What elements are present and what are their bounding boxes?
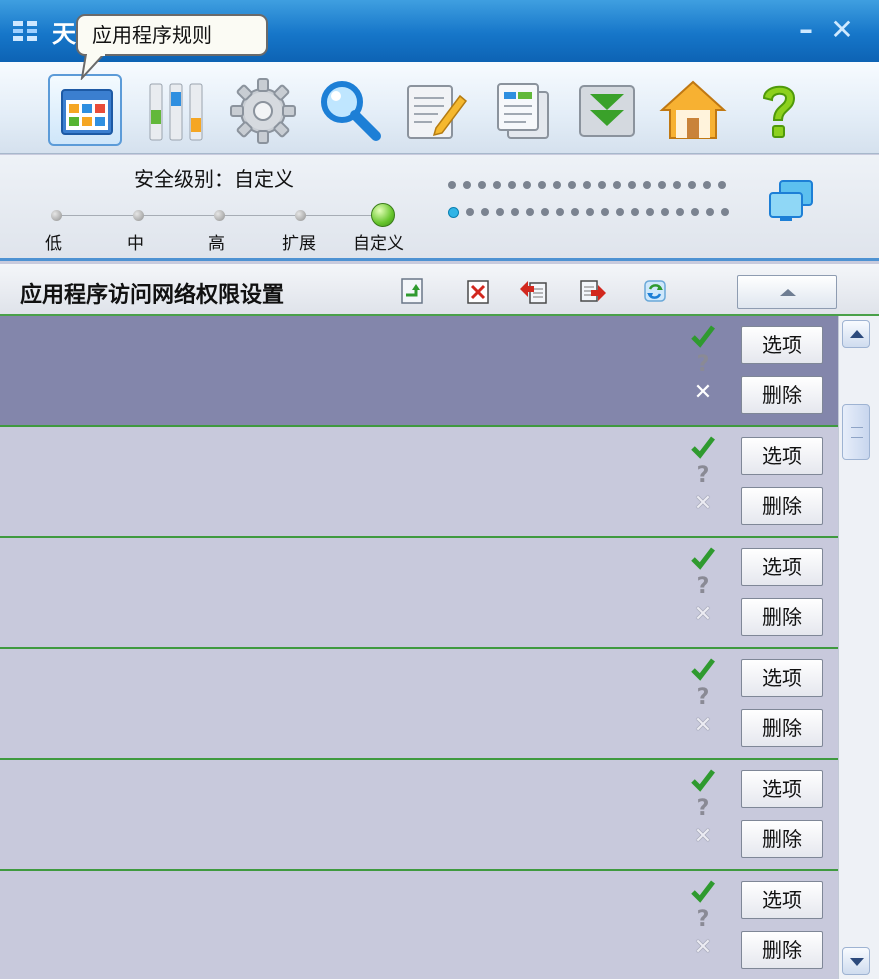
option-button[interactable]: 选项 [741,659,823,697]
download-icon [579,85,635,137]
deny-x-icon[interactable]: ✕ [690,713,716,741]
allow-check-icon[interactable] [690,657,716,685]
allow-check-icon[interactable] [690,435,716,463]
permission-status-group: ? ✕ [690,768,718,852]
deny-x-icon[interactable]: ✕ [690,935,716,963]
deny-x-icon[interactable]: ✕ [690,602,716,630]
window-title: 天 [52,20,76,48]
export-icon[interactable] [578,277,608,305]
ask-question-icon[interactable]: ? [690,463,716,491]
delete-button[interactable]: 删除 [741,931,823,969]
level-dot-custom[interactable] [371,203,395,227]
rule-row[interactable]: ? ✕ 选项 删除 [0,538,838,649]
log-edit-icon [407,85,468,139]
section-title: 应用程序访问网络权限设置 [20,283,285,308]
tooltip: 应用程序规则 [76,14,268,56]
gear-icon [230,78,296,144]
delete-button[interactable]: 删除 [741,820,823,858]
rule-list: ? ✕ 选项 删除 ? ✕ 选项 删除 ? ✕ 选项 删除 ? ✕ 选项 删除 [0,316,838,979]
reports-button[interactable] [486,74,560,146]
update-button[interactable] [570,74,644,146]
scroll-thumb[interactable] [842,404,870,460]
rule-row[interactable]: ? ✕ 选项 删除 [0,649,838,760]
network-status-icon[interactable] [766,179,816,225]
allow-check-icon[interactable] [690,768,716,796]
vertical-scrollbar[interactable] [838,316,879,979]
log-button[interactable] [398,74,472,146]
level-label-custom: 自定义 [353,234,404,254]
security-level-label: 安全级别：自定义 [134,167,294,191]
delete-button[interactable]: 删除 [741,709,823,747]
app-rules-button[interactable] [48,74,122,146]
option-button[interactable]: 选项 [741,770,823,808]
search-button[interactable] [312,74,386,146]
toolbar [0,62,879,154]
permission-status-group: ? ✕ [690,546,718,630]
delete-rule-icon[interactable] [464,277,494,305]
level-label-low: 低 [45,234,62,254]
security-level-panel: 安全级别：自定义 低 中 高 扩展 自定义 [0,155,879,261]
level-dot-medium[interactable] [133,210,144,221]
option-button[interactable]: 选项 [741,548,823,586]
level-label-medium: 中 [127,234,144,254]
home-button[interactable] [656,74,730,146]
permission-status-group: ? ✕ [690,435,718,519]
tooltip-pointer [80,54,106,80]
minimize-button[interactable]: – [790,14,822,46]
ask-question-icon[interactable]: ? [690,796,716,824]
home-icon [659,80,727,139]
settings-button[interactable] [226,74,300,146]
search-icon [321,81,381,141]
ask-question-icon[interactable]: ? [690,574,716,602]
rule-row[interactable]: ? ✕ 选项 删除 [0,316,838,427]
app-rules-icon [61,89,113,135]
allow-check-icon[interactable] [690,324,716,352]
rule-row[interactable]: ? ✕ 选项 删除 [0,760,838,871]
delete-button[interactable]: 删除 [741,598,823,636]
network-monitor-icon [149,83,203,141]
level-label-extended: 扩展 [282,234,316,254]
network-monitor-button[interactable] [140,74,214,146]
level-dot-high[interactable] [214,210,225,221]
help-button[interactable] [742,74,816,146]
import-icon[interactable] [518,277,548,305]
allow-check-icon[interactable] [690,879,716,907]
delete-button[interactable]: 删除 [741,487,823,525]
documents-icon [497,83,549,139]
permission-status-group: ? ✕ [690,657,718,741]
ask-question-icon[interactable]: ? [690,352,716,380]
help-icon [762,85,796,138]
level-dot-extended[interactable] [295,210,306,221]
add-rule-icon[interactable] [398,277,428,305]
traffic-indicator-row-2 [448,207,729,218]
traffic-indicator-row-1 [448,181,726,189]
allow-check-icon[interactable] [690,546,716,574]
ask-question-icon[interactable]: ? [690,685,716,713]
permission-status-group: ? ✕ [690,879,718,963]
level-label-high: 高 [208,234,225,254]
option-button[interactable]: 选项 [741,326,823,364]
deny-x-icon[interactable]: ✕ [690,491,716,519]
section-header: 应用程序访问网络权限设置 [0,264,879,316]
level-dot-low[interactable] [51,210,62,221]
permission-status-group: ? ✕ [690,324,718,408]
app-logo-icon [13,21,37,41]
close-button[interactable]: ✕ [826,14,858,46]
option-button[interactable]: 选项 [741,437,823,475]
refresh-icon[interactable] [640,277,670,305]
delete-button[interactable]: 删除 [741,376,823,414]
scroll-up-button[interactable] [842,320,870,348]
rule-row[interactable]: ? ✕ 选项 删除 [0,871,838,979]
ask-question-icon[interactable]: ? [690,907,716,935]
scroll-down-button[interactable] [842,947,870,975]
option-button[interactable]: 选项 [741,881,823,919]
collapse-button[interactable] [737,275,837,309]
deny-x-icon[interactable]: ✕ [690,380,716,408]
rule-row[interactable]: ? ✕ 选项 删除 [0,427,838,538]
deny-x-icon[interactable]: ✕ [690,824,716,852]
